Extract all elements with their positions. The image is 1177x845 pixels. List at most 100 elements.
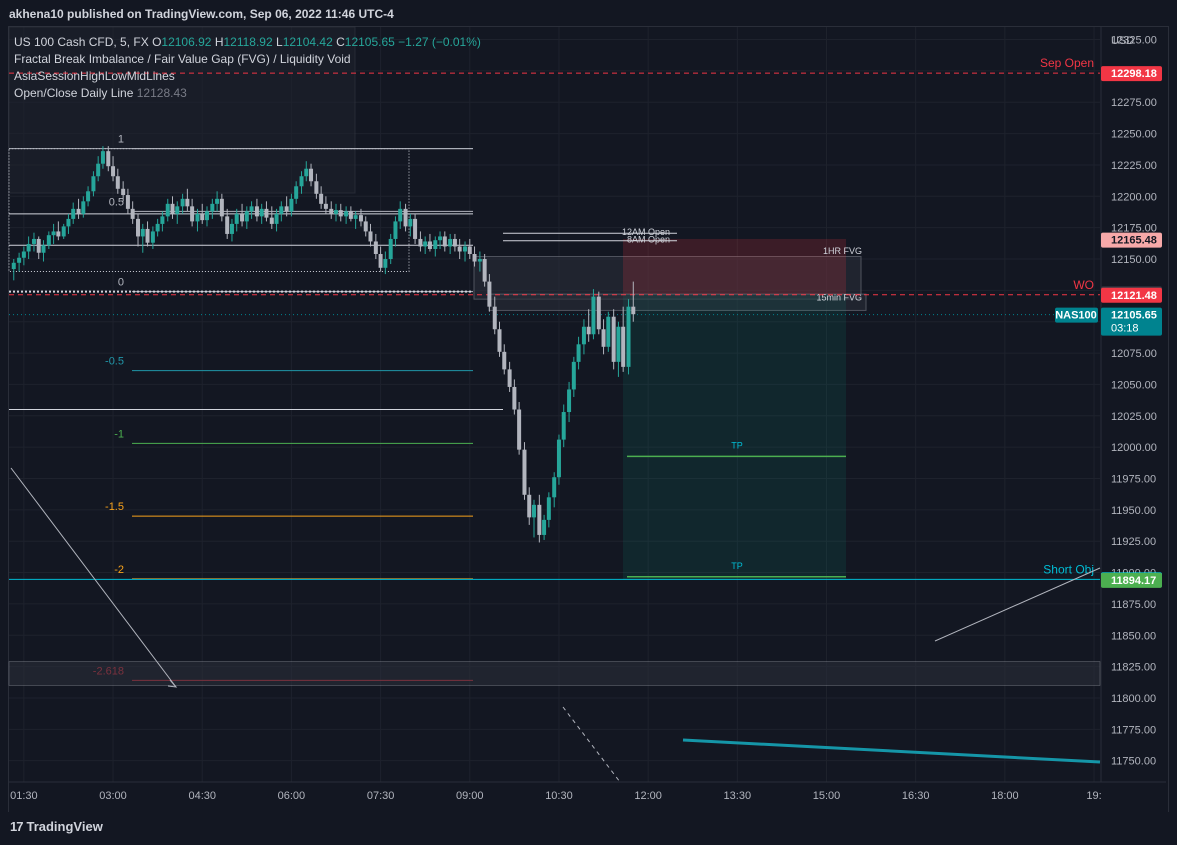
candle-body [175, 206, 180, 214]
daily-line-label: Open/Close Daily Line [14, 86, 134, 100]
candle-body [215, 198, 220, 204]
candle-body [304, 168, 309, 177]
short-target-zone [623, 294, 846, 581]
time-tick-label: 13:30 [724, 790, 752, 802]
candle-body [616, 326, 621, 362]
fib-level-label: -2 [114, 564, 124, 576]
drawing-arrow [10, 467, 177, 688]
candle-body [353, 215, 358, 219]
short-risk-zone [623, 238, 846, 295]
candle-body [66, 218, 71, 227]
fib-level-label: 0.5 [109, 196, 124, 208]
price-tick-label: 12200.00 [1111, 191, 1157, 203]
candle-body [329, 208, 334, 214]
candle-body [81, 201, 86, 214]
time-tick-label: 07:30 [367, 790, 395, 802]
price-tick-label: 12075.00 [1111, 348, 1157, 360]
candle-body [556, 439, 561, 478]
candle-body [204, 211, 209, 221]
time-tick-label: 03:00 [99, 790, 127, 802]
candle-body [626, 306, 631, 367]
price-tag-label: 11894.17 [1111, 575, 1156, 587]
candle-body [531, 504, 536, 518]
candle-body [264, 208, 269, 218]
chart-legend: US 100 Cash CFD, 5, FX O12106.92 H12118.… [14, 34, 481, 102]
indicator-daily-line[interactable]: Open/Close Daily Line 12128.43 [14, 85, 354, 102]
candle-body [36, 238, 41, 253]
low-label: L [276, 35, 283, 49]
candle-body [373, 241, 378, 255]
tradingview-logo[interactable]: 17 TradingView [10, 819, 103, 834]
candle-body [497, 329, 502, 352]
candle-body [190, 206, 195, 222]
candle-body [452, 238, 457, 247]
daily-line-value: 12128.43 [136, 86, 187, 100]
candle-body [463, 246, 468, 252]
candle-body [393, 221, 398, 239]
close-value: 12105.65 [344, 35, 395, 49]
candle-body [344, 211, 349, 217]
candle-body [130, 208, 135, 219]
indicator-asia-session[interactable]: AsiaSessionHighLowMidLines [14, 68, 354, 85]
price-tick-label: 11975.00 [1111, 473, 1156, 485]
time-tick-label: 06:00 [278, 790, 306, 802]
candle-body [571, 361, 576, 390]
candle-body [433, 240, 438, 249]
price-tag-label: 12121.48 [1111, 290, 1157, 302]
candle-body [259, 208, 264, 217]
candle-body [269, 217, 274, 224]
candle-body [546, 497, 551, 520]
price-tick-label: 11925.00 [1111, 536, 1156, 548]
annotation-label: TP [731, 561, 743, 571]
candle-body [467, 246, 472, 255]
candle-body [170, 203, 175, 214]
price-tick-label: 11950.00 [1111, 505, 1156, 517]
candle-body [418, 238, 423, 247]
candle-body [219, 198, 224, 217]
symbol-label[interactable]: US 100 Cash CFD, 5, FX [14, 35, 149, 49]
tradingview-logo-icon: 17 [10, 819, 24, 834]
price-chart[interactable]: 10.50-0.5-1-1.5-2-2.61812AM Open8AM Open… [0, 0, 1177, 845]
candle-body [155, 223, 160, 232]
candle-body [61, 226, 66, 237]
candle-body [150, 231, 155, 243]
candle-body [185, 198, 190, 207]
candle-body [91, 176, 96, 192]
candle-body [408, 218, 413, 227]
candle-body [442, 236, 447, 247]
candle-body [51, 231, 56, 236]
candle-body [180, 198, 185, 207]
candle-body [111, 166, 116, 177]
candle-body [507, 369, 512, 387]
price-tick-label: 12325.00 [1111, 35, 1157, 47]
candle-body [195, 213, 200, 222]
price-tick-label: 11825.00 [1111, 662, 1156, 674]
fib-level-label: -0.5 [105, 356, 124, 368]
price-tag-label: 12165.48 [1111, 235, 1157, 247]
candle-body [631, 306, 636, 315]
candle-body [423, 241, 428, 247]
open-value: 12106.92 [161, 35, 212, 49]
price-tick-label: 11875.00 [1111, 599, 1156, 611]
price-tick-label: 12050.00 [1111, 379, 1157, 391]
candle-body [398, 208, 403, 222]
key-level-label: WO [1073, 278, 1094, 292]
candle-body [596, 296, 601, 330]
candle-body [165, 203, 170, 217]
candle-body [17, 257, 22, 263]
candle-body [86, 191, 91, 202]
candle-body [21, 251, 26, 258]
candle-body [284, 206, 289, 212]
candle-body [403, 208, 408, 227]
candle-body [567, 389, 572, 413]
drawing-teal-line [682, 738, 1101, 764]
candle-body [586, 326, 591, 335]
fib-level-label: 1 [118, 134, 124, 146]
price-tag-label: 12298.18 [1111, 68, 1157, 80]
open-label: O [152, 35, 162, 49]
time-tick-label: 12:00 [634, 790, 662, 802]
candle-body [100, 151, 105, 164]
candle-body [229, 223, 234, 234]
candle-body [358, 215, 363, 222]
indicator-fvg[interactable]: Fractal Break Imbalance / Fair Value Gap… [14, 51, 354, 68]
